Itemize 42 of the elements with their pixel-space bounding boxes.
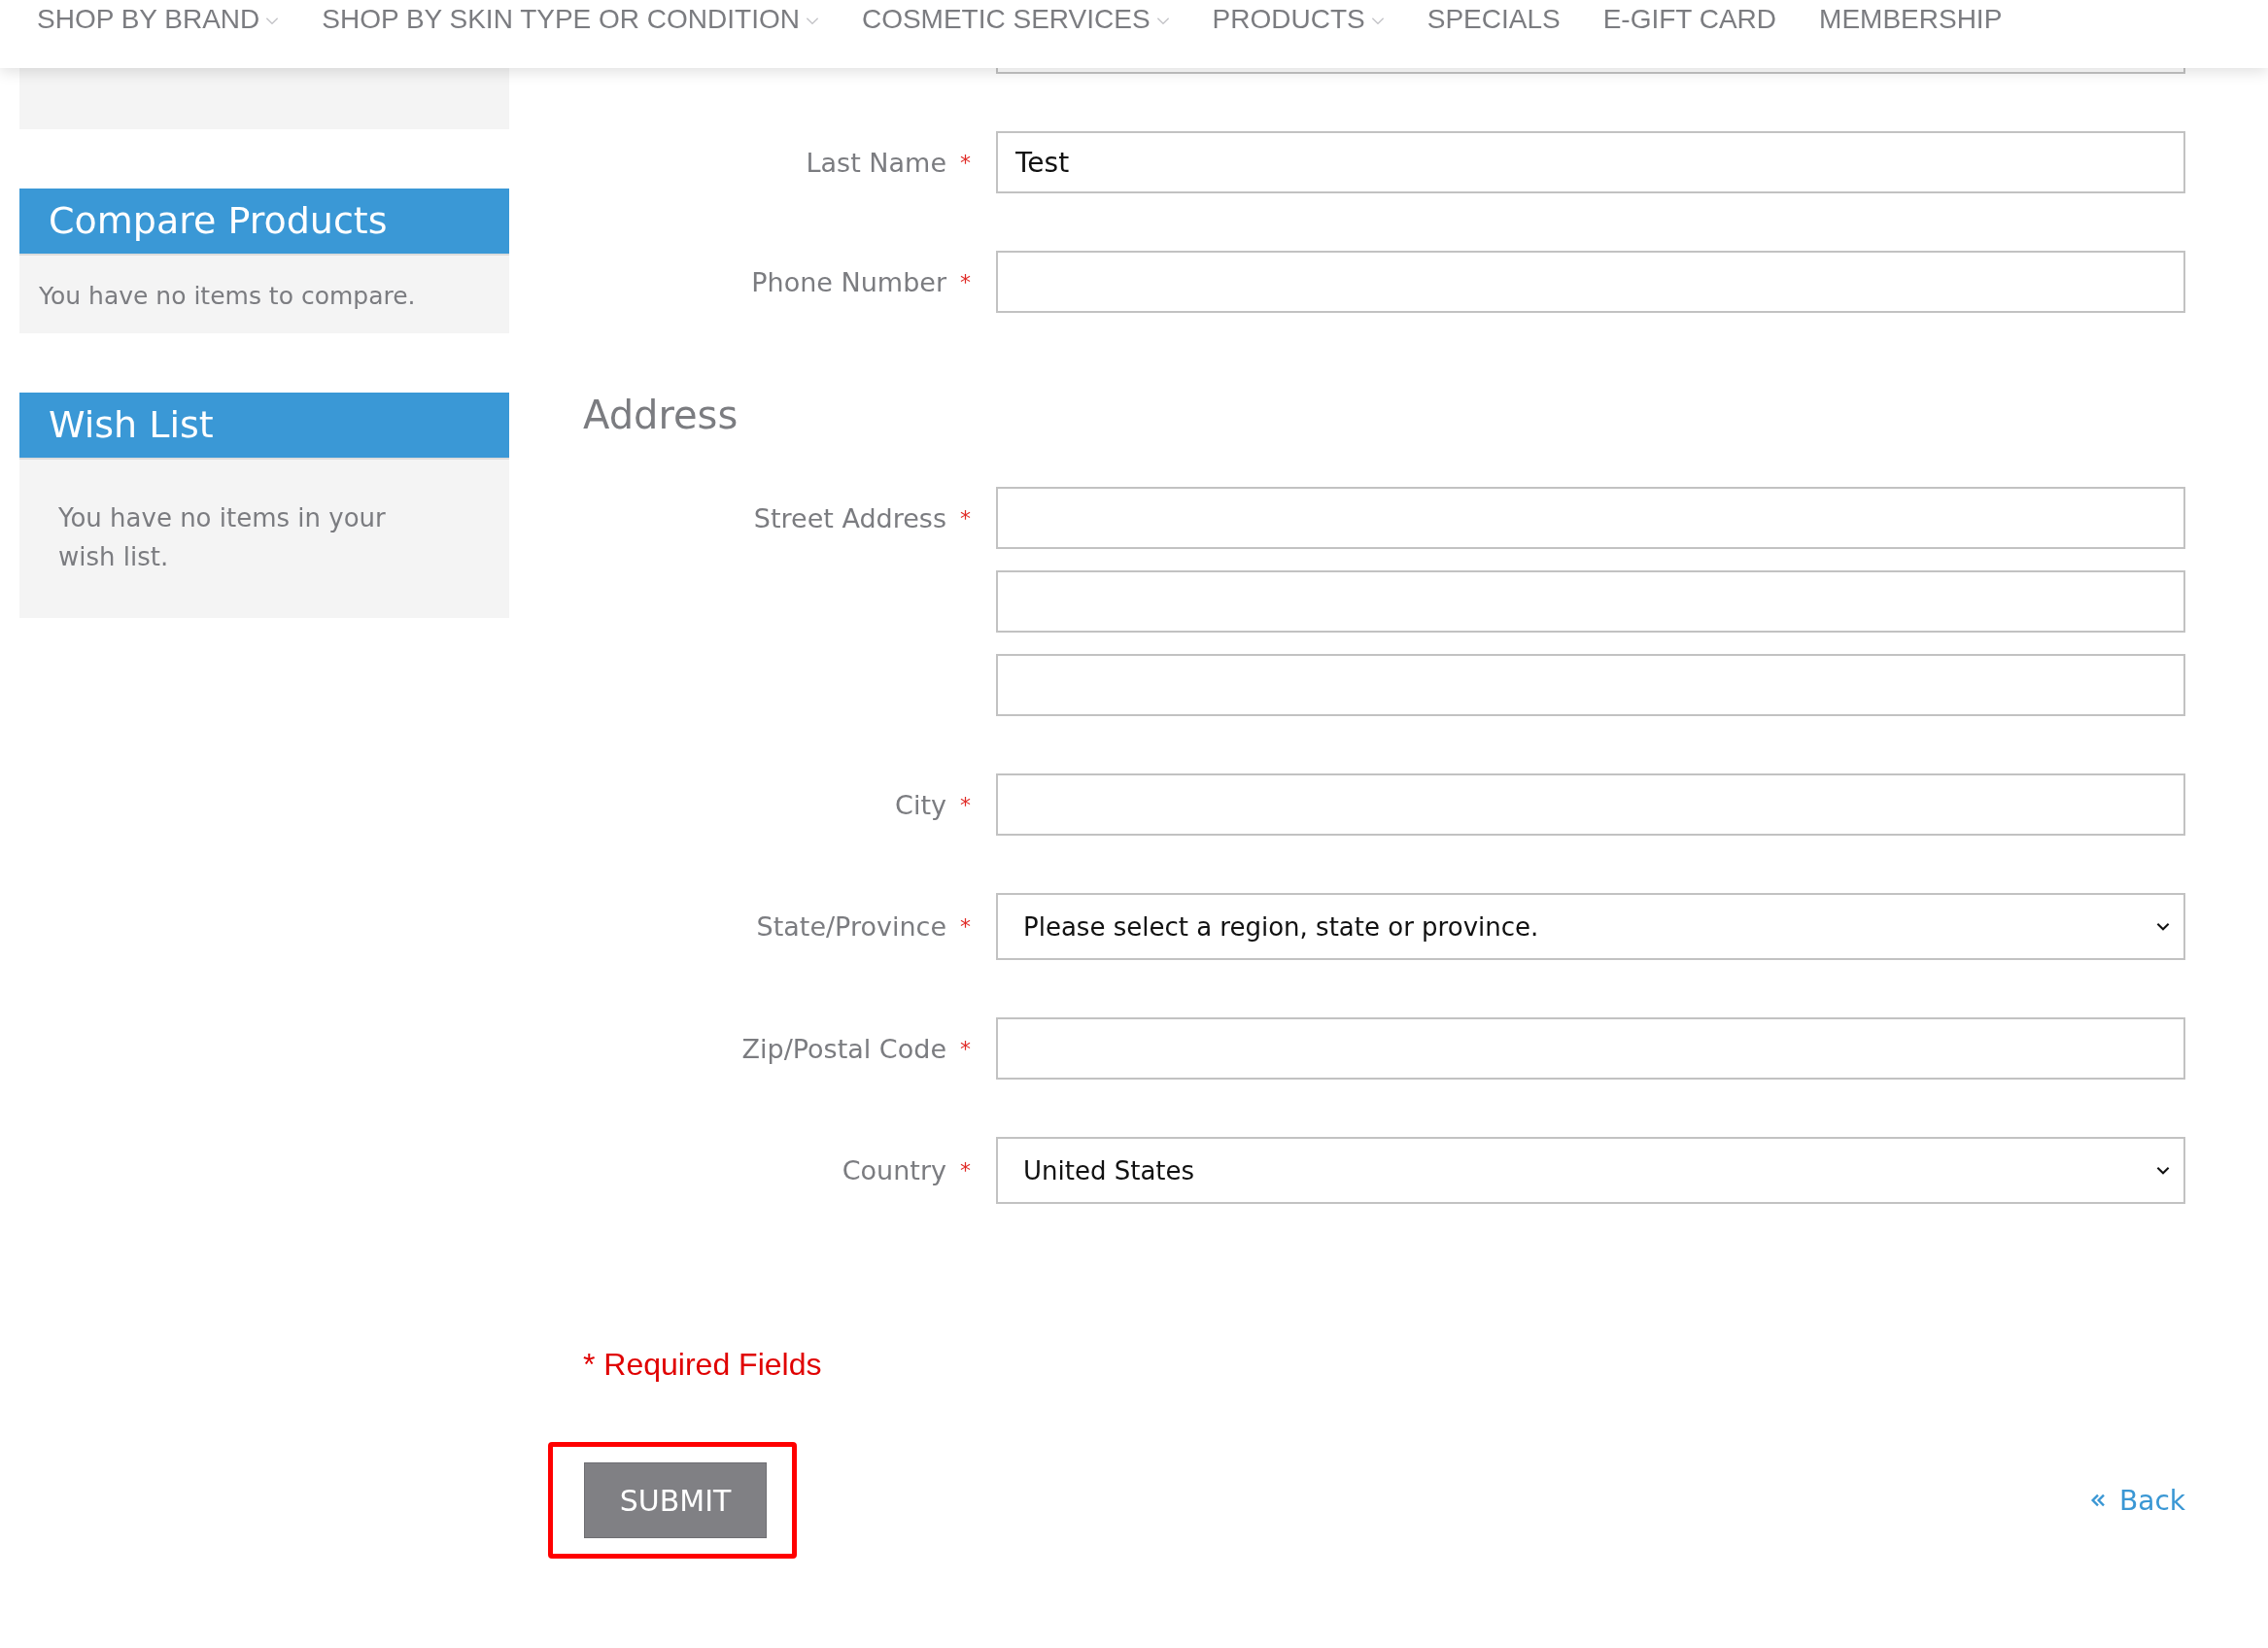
section-heading: Address [583,392,739,439]
field-label: City [895,789,946,820]
nav-menu-item[interactable]: PRODUCTS [1212,0,1385,39]
input-field[interactable] [996,251,2185,313]
double-chevron-left-icon [2090,1493,2106,1508]
field-label: Zip/Postal Code [741,1033,946,1064]
empty-message: You have no items to compare. [39,281,417,312]
block-title: Compare Products [19,189,509,256]
block-title: Wish List [19,393,509,460]
required-fields-note: * Required Fields [583,1346,823,1384]
input-field[interactable] [996,570,2185,633]
chevron-down-icon [2156,1166,2170,1175]
required-mark: * [960,505,971,531]
input-field[interactable] [996,773,2185,836]
required-mark: * [960,914,971,939]
submit-button[interactable]: SUBMIT [584,1462,767,1538]
input-field[interactable] [996,1017,2185,1080]
nav-menu-item[interactable]: E-GIFT CARD [1602,0,1777,39]
required-mark: * [960,792,971,817]
nav-menu-item[interactable]: SPECIALS [1426,0,1561,39]
dropdown-field[interactable]: Please select a region, state or province. [996,893,2185,960]
nav-menu-item[interactable]: MEMBERSHIP [1819,0,2003,39]
required-mark: * [960,1158,971,1183]
field-label: Phone Number [751,266,946,297]
input-field[interactable] [996,487,2185,549]
nav-menu-item[interactable]: COSMETIC SERVICES [861,0,1170,39]
field-label: Last Name [806,147,946,178]
field-label: State/Province [756,911,946,942]
input-field[interactable]: Test [996,131,2185,193]
nav-menu-item[interactable]: SHOP BY SKIN TYPE OR CONDITION [322,0,819,39]
nav-menu-item[interactable]: SHOP BY BRAND [37,0,280,39]
back-link[interactable]: Back [2090,1484,2185,1517]
required-mark: * [960,150,971,175]
chevron-down-icon [2156,922,2170,931]
empty-message: You have no items in your wish list. [58,502,387,573]
required-mark: * [960,269,971,294]
required-mark: * [960,1036,971,1061]
input-field[interactable] [996,654,2185,716]
field-label: Street Address [753,502,946,533]
field-label: Country [842,1155,946,1185]
input-field[interactable] [996,68,2185,74]
dropdown-field[interactable]: United States [996,1137,2185,1204]
